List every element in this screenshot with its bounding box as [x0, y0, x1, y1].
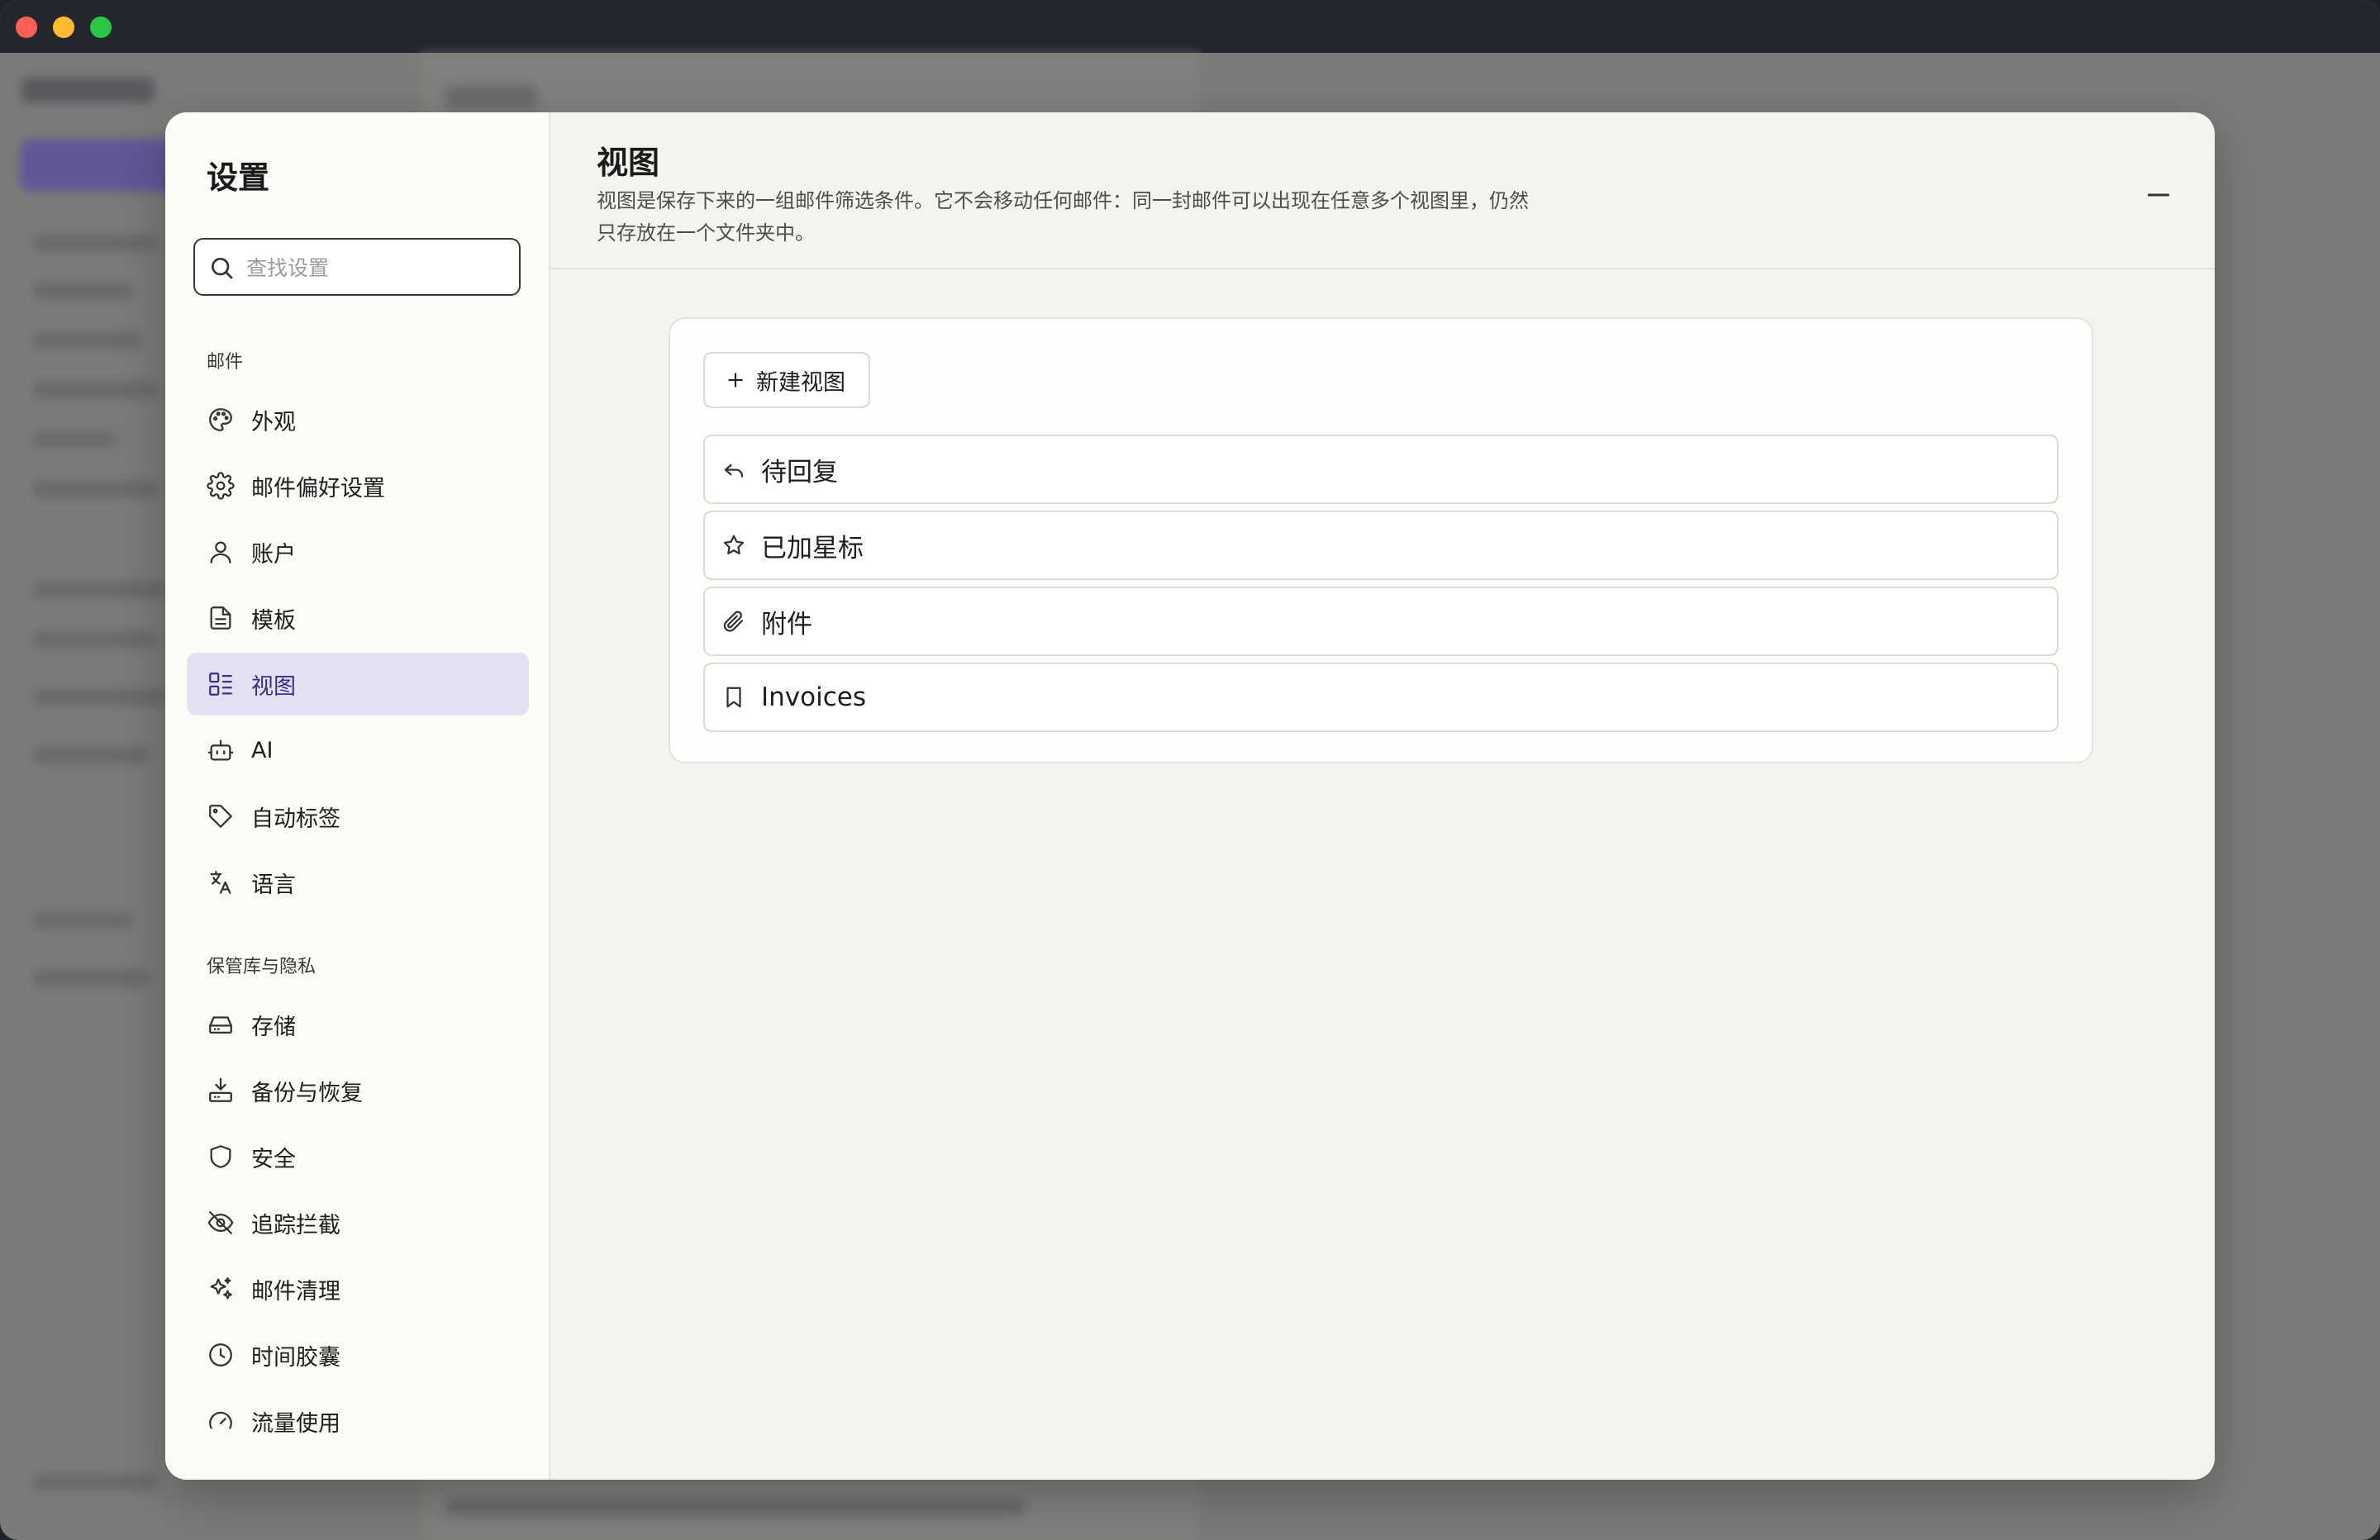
gear-icon: [207, 472, 235, 500]
sidebar-item-label: 外观: [251, 409, 296, 435]
sidebar-item-label: 语言: [251, 872, 296, 898]
view-item-starred[interactable]: 已加星标: [703, 511, 2059, 580]
search-input[interactable]: [245, 240, 512, 296]
sidebar-item-auto-labels[interactable]: 自动标签: [187, 785, 529, 848]
sidebar-item-backup-restore[interactable]: 备份与恢复: [187, 1059, 529, 1122]
title-bar: [0, 0, 2380, 53]
sidebar-item-mail-preferences[interactable]: 邮件偏好设置: [187, 454, 529, 517]
bot-icon: [207, 736, 235, 764]
sidebar-item-mail-cleanup[interactable]: 邮件清理: [187, 1257, 529, 1320]
content-header: 视图 视图是保存下来的一组邮件筛选条件。它不会移动任何邮件：同一封邮件可以出现在…: [549, 112, 2215, 269]
sidebar-item-ai[interactable]: AI: [187, 719, 529, 782]
view-item-awaiting-reply[interactable]: 待回复: [703, 435, 2059, 504]
minimize-modal-button[interactable]: [2135, 172, 2182, 218]
clock-icon: [207, 1341, 235, 1369]
translate-icon: [207, 868, 235, 896]
new-view-label: 新建视图: [756, 369, 845, 396]
sidebar-item-time-capsule[interactable]: 时间胶囊: [187, 1324, 529, 1386]
settings-title: 设置: [207, 159, 270, 196]
gauge-icon: [207, 1407, 235, 1435]
page-title: 视图: [597, 145, 660, 181]
section-label-mail: 邮件: [207, 352, 244, 373]
sidebar-item-storage[interactable]: 存储: [187, 993, 529, 1056]
view-item-attachments[interactable]: 附件: [703, 587, 2059, 656]
settings-search[interactable]: [193, 238, 521, 296]
backup-icon: [207, 1077, 235, 1105]
views-card: 新建视图 待回复 已加星标 附件 Invoices: [669, 317, 2093, 763]
drive-icon: [207, 1010, 235, 1039]
sidebar-item-label: 账户: [251, 541, 296, 568]
sidebar-item-label: 备份与恢复: [251, 1080, 363, 1106]
search-icon: [212, 258, 233, 279]
sidebar-item-label: 时间胶囊: [251, 1344, 340, 1371]
bookmark-icon: [721, 685, 746, 710]
sidebar-item-appearance[interactable]: 外观: [187, 388, 529, 451]
sidebar-item-templates[interactable]: 模板: [187, 587, 529, 649]
zoom-window-button[interactable]: [90, 17, 112, 38]
sidebar-item-label: 流量使用: [251, 1410, 340, 1437]
minus-icon: [2147, 193, 2170, 197]
view-item-label: Invoices: [761, 682, 866, 712]
sidebar-item-tracking-block[interactable]: 追踪拦截: [187, 1191, 529, 1254]
view-item-invoices[interactable]: Invoices: [703, 663, 2059, 732]
sidebar-item-label: 自动标签: [251, 806, 340, 832]
sidebar-item-security[interactable]: 安全: [187, 1125, 529, 1188]
sidebar-item-label: AI: [251, 737, 274, 763]
sidebar-item-label: 邮件偏好设置: [251, 475, 385, 501]
sidebar-item-label: 安全: [251, 1146, 296, 1172]
paperclip-icon: [721, 609, 746, 634]
sparkles-icon: [207, 1275, 235, 1303]
sidebar-item-label: 存储: [251, 1014, 296, 1040]
sidebar-item-language[interactable]: 语言: [187, 851, 529, 914]
settings-sidebar: 设置 邮件 外观 邮件偏好设置 账户 模板: [165, 112, 550, 1480]
sidebar-item-label: 模板: [251, 607, 296, 634]
plus-icon: [728, 373, 743, 387]
star-icon: [721, 533, 746, 558]
sidebar-item-views[interactable]: 视图: [187, 653, 529, 715]
eye-off-icon: [207, 1209, 235, 1237]
view-item-label: 附件: [761, 609, 812, 639]
expand-modal-button[interactable]: [2208, 172, 2215, 218]
sidebar-item-label: 邮件清理: [251, 1278, 340, 1305]
page-description: 视图是保存下来的一组邮件筛选条件。它不会移动任何邮件：同一封邮件可以出现在任意多…: [597, 189, 1529, 245]
sidebar-item-label: 视图: [251, 673, 296, 700]
new-view-button[interactable]: 新建视图: [703, 352, 870, 408]
close-window-button[interactable]: [16, 17, 37, 38]
settings-content: 视图 视图是保存下来的一组邮件筛选条件。它不会移动任何邮件：同一封邮件可以出现在…: [549, 112, 2215, 1480]
document-icon: [207, 604, 235, 632]
views-icon: [207, 670, 235, 698]
palette-icon: [207, 406, 235, 434]
settings-modal: 设置 邮件 外观 邮件偏好设置 账户 模板: [165, 112, 2215, 1480]
view-item-label: 已加星标: [761, 533, 864, 563]
shield-icon: [207, 1143, 235, 1171]
view-item-label: 待回复: [761, 457, 838, 487]
sidebar-item-traffic-usage[interactable]: 流量使用: [187, 1390, 529, 1452]
tag-icon: [207, 802, 235, 830]
minimize-window-button[interactable]: [53, 17, 74, 38]
app-window: 设置 邮件 外观 邮件偏好设置 账户 模板: [0, 0, 2380, 1540]
section-label-vault-privacy: 保管库与隐私: [207, 957, 317, 977]
user-icon: [207, 538, 235, 566]
reply-icon: [721, 457, 746, 482]
sidebar-item-label: 追踪拦截: [251, 1212, 340, 1238]
sidebar-item-account[interactable]: 账户: [187, 520, 529, 583]
